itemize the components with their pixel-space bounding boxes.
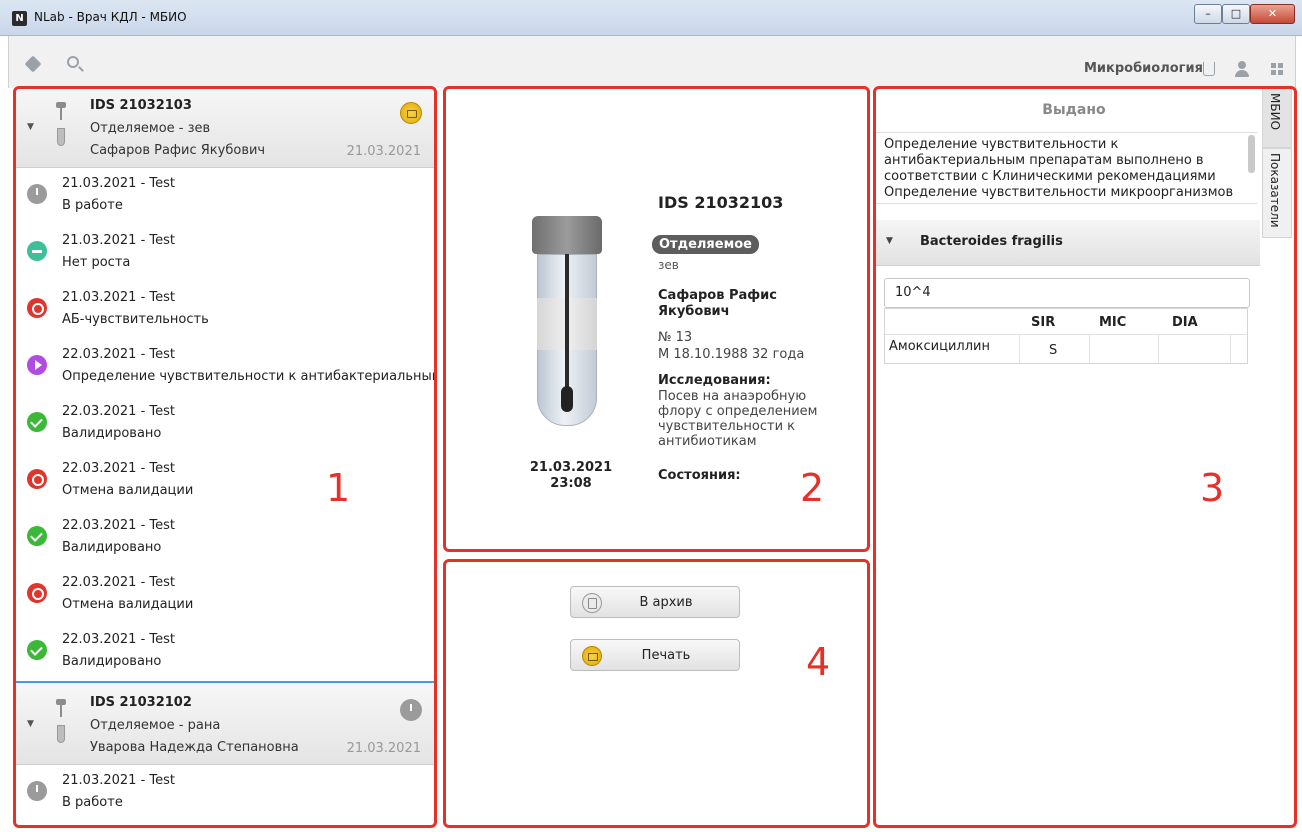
- minimize-button[interactable]: –: [1194, 4, 1222, 24]
- app-logo-icon: N: [12, 11, 27, 26]
- annotation-frame-1: [13, 86, 437, 828]
- annotation-number-4: 4: [806, 640, 831, 684]
- annotation-number-3: 3: [1200, 466, 1225, 510]
- grid-icon[interactable]: [1271, 63, 1283, 75]
- department-label[interactable]: Микробиология: [1084, 61, 1203, 76]
- annotation-number-2: 2: [800, 466, 825, 510]
- maximize-icon: □: [1230, 7, 1242, 20]
- user-icon[interactable]: [1235, 61, 1249, 77]
- annotation-frame-3: [873, 86, 1297, 828]
- annotation-frame-4: [443, 559, 870, 828]
- main-toolbar: Микробиология: [8, 36, 1296, 88]
- window-title: NLab - Врач КДЛ - МБИО: [34, 10, 187, 24]
- close-button[interactable]: ✕: [1250, 4, 1295, 24]
- minimize-icon: –: [1205, 7, 1211, 20]
- search-icon[interactable]: [67, 56, 79, 68]
- flask-icon[interactable]: [1203, 62, 1215, 76]
- annotation-number-1: 1: [326, 466, 351, 510]
- maximize-button[interactable]: □: [1222, 4, 1250, 24]
- close-icon: ✕: [1267, 7, 1278, 20]
- tag-icon[interactable]: [24, 55, 42, 73]
- window-titlebar: N NLab - Врач КДЛ - МБИО – □ ✕: [0, 0, 1302, 36]
